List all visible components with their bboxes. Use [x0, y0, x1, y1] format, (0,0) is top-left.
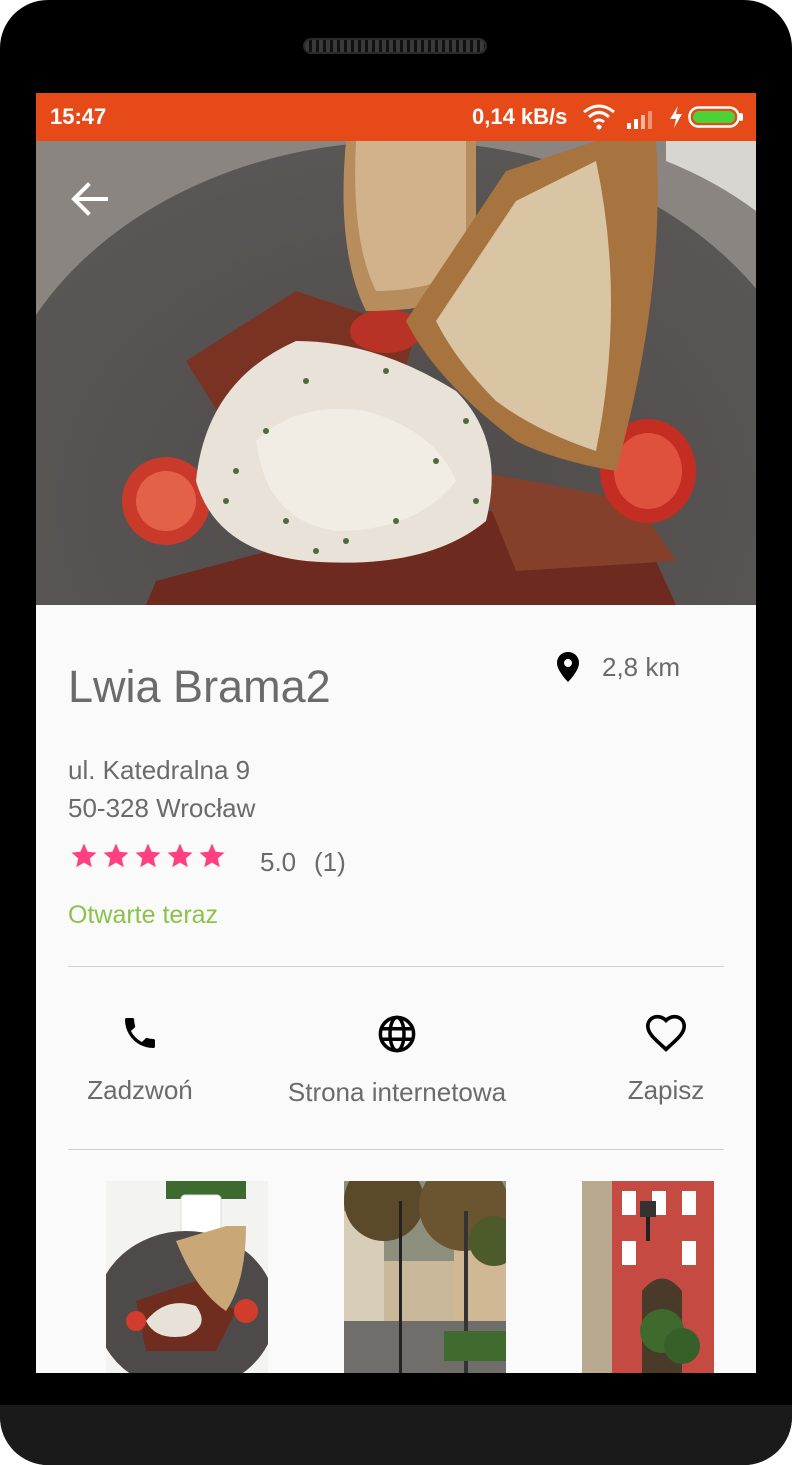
- phone-icon: [125, 1018, 155, 1048]
- distance-text: 2,8 km: [602, 651, 681, 682]
- hero-image: [36, 141, 756, 605]
- call-button[interactable]: Zadzwoń: [80, 1013, 200, 1106]
- call-label: Zadzwoń: [87, 1075, 193, 1105]
- gallery-photo[interactable]: [582, 1181, 714, 1373]
- heart-outline-icon: [645, 1014, 687, 1052]
- wifi-icon: [583, 104, 615, 130]
- status-bar: 15:47 0,14 kB/s: [36, 93, 756, 141]
- red-building-facade-photo: [582, 1181, 714, 1373]
- signal-icon: [627, 111, 652, 129]
- star-icon: [103, 843, 129, 868]
- place-title: Lwia Brama2: [68, 661, 331, 712]
- food-photo: [36, 141, 756, 605]
- divider: [68, 966, 724, 967]
- phone-frame: 15:47 0,14 kB/s Lwia Brama2 2,8 km ul. K…: [0, 0, 792, 1465]
- bottom-bezel: [0, 1405, 792, 1465]
- back-arrow-icon[interactable]: [66, 177, 116, 221]
- network-speed: 0,14 kB/s: [472, 104, 568, 129]
- star-icon: [167, 843, 193, 868]
- charging-bolt-icon: [670, 106, 682, 128]
- save-label: Zapisz: [627, 1075, 705, 1105]
- gallery-photo[interactable]: [106, 1181, 268, 1373]
- website-button[interactable]: Strona internetowa: [272, 1013, 522, 1108]
- globe-icon: [378, 1015, 416, 1053]
- address-city: 50-328 Wrocław: [68, 793, 256, 823]
- open-status: Otwarte teraz: [68, 901, 219, 929]
- divider: [68, 1149, 724, 1150]
- distance-indicator: 2,8 km: [556, 651, 680, 683]
- courtyard-trees-photo: [344, 1181, 506, 1373]
- address-street: ul. Katedralna 9: [68, 755, 251, 785]
- food-plate-photo: [106, 1181, 268, 1373]
- rating-count: (1): [314, 847, 346, 877]
- star-icon: [135, 843, 161, 868]
- star-icon: [71, 843, 97, 868]
- earpiece-speaker: [303, 38, 487, 54]
- rating-value: 5.0: [260, 847, 297, 877]
- star-icon: [199, 843, 225, 868]
- rating-stars: [68, 841, 228, 871]
- location-pin-icon: [557, 652, 579, 682]
- website-label: Strona internetowa: [287, 1077, 507, 1107]
- save-button[interactable]: Zapisz: [610, 1013, 722, 1106]
- gallery-photo[interactable]: [344, 1181, 506, 1373]
- app-screen: 15:47 0,14 kB/s Lwia Brama2 2,8 km ul. K…: [36, 93, 756, 1373]
- battery-icon: [688, 106, 743, 128]
- status-time: 15:47: [50, 104, 107, 129]
